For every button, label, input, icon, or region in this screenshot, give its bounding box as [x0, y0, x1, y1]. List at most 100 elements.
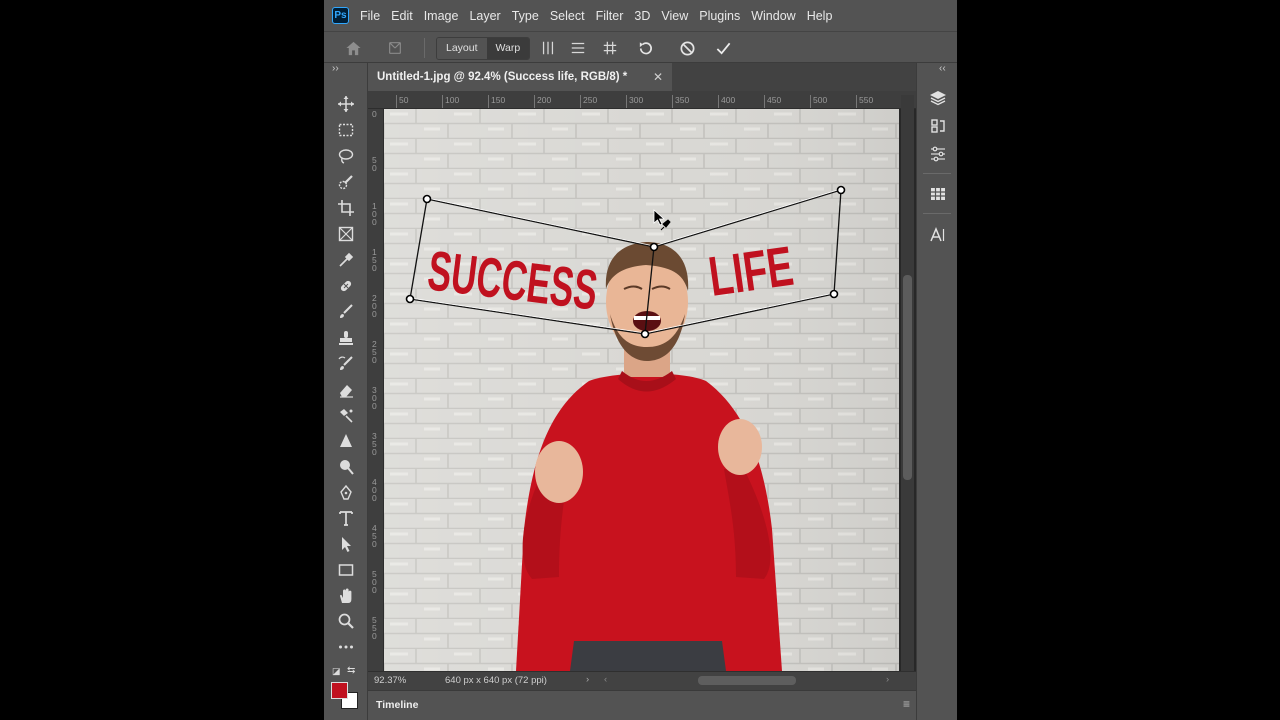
- timeline-tab[interactable]: Timeline: [376, 699, 418, 711]
- frame-icon[interactable]: [335, 223, 357, 245]
- marquee-icon[interactable]: [335, 119, 357, 141]
- menu-3d[interactable]: 3D: [634, 9, 650, 23]
- commit-transform-icon[interactable]: [712, 38, 734, 58]
- menu-image[interactable]: Image: [424, 9, 459, 23]
- layers-icon[interactable]: [927, 87, 949, 109]
- history-brush-icon[interactable]: [335, 353, 357, 375]
- menu-window[interactable]: Window: [751, 9, 795, 23]
- split-cross-icon[interactable]: [599, 38, 621, 58]
- adjustments-icon[interactable]: [927, 143, 949, 165]
- blur-icon[interactable]: [335, 430, 357, 452]
- eyedropper-icon[interactable]: [335, 249, 357, 271]
- gradient-icon[interactable]: [335, 405, 357, 427]
- scroll-right-icon[interactable]: ›: [886, 674, 889, 685]
- document-tab-bar: Untitled-1.jpg @ 92.4% (Success life, RG…: [368, 63, 916, 91]
- ruler-tick-label: 250: [583, 95, 598, 105]
- photoshop-window: Ps File Edit Image Layer Type Select Fil…: [324, 0, 957, 720]
- brush-icon[interactable]: [335, 301, 357, 323]
- document-tab-title: Untitled-1.jpg @ 92.4% (Success life, RG…: [377, 71, 628, 83]
- pen-icon[interactable]: [335, 482, 357, 504]
- horizontal-scroll-thumb[interactable]: [698, 676, 796, 685]
- ruler-tick-label: 50: [399, 95, 409, 105]
- status-bar: 92.37% 640 px x 640 px (72 ppi) › ‹ ›: [368, 671, 916, 690]
- ruler-tick-label: 100: [372, 201, 377, 227]
- ruler-tick-label: 350: [675, 95, 690, 105]
- menu-plugins[interactable]: Plugins: [699, 9, 740, 23]
- split-vertical-icon[interactable]: [537, 38, 559, 58]
- warp-button[interactable]: Warp: [486, 38, 530, 59]
- path-select-icon[interactable]: [335, 533, 357, 555]
- menu-layer[interactable]: Layer: [469, 9, 500, 23]
- type-icon[interactable]: [335, 507, 357, 529]
- ruler-tick-label: 200: [372, 293, 377, 319]
- ruler-tick-label: 450: [372, 523, 377, 549]
- ruler-tick-label: 150: [372, 247, 377, 273]
- reset-warp-icon[interactable]: [634, 38, 656, 58]
- warp-mode-toggle: Layout Warp: [436, 37, 531, 60]
- document-info: 640 px x 640 px (72 ppi): [445, 675, 547, 686]
- options-bar: Layout Warp: [324, 31, 957, 63]
- menu-bar: Ps File Edit Image Layer Type Select Fil…: [324, 0, 957, 31]
- collapse-panels-icon[interactable]: ‹‹: [939, 63, 946, 74]
- image-canvas[interactable]: SUCCESS LIFE: [384, 109, 899, 671]
- swap-colors-icon[interactable]: ⇆: [347, 665, 355, 676]
- default-colors-icon[interactable]: ◪: [332, 666, 341, 677]
- document-tab[interactable]: Untitled-1.jpg @ 92.4% (Success life, RG…: [368, 63, 672, 91]
- menu-help[interactable]: Help: [807, 9, 833, 23]
- close-icon[interactable]: ✕: [653, 70, 663, 84]
- layout-button[interactable]: Layout: [437, 38, 487, 59]
- ruler-tick-label: 200: [537, 95, 552, 105]
- ruler-tick-label: 0: [372, 109, 377, 119]
- scroll-left-icon[interactable]: ‹: [604, 674, 607, 685]
- lasso-icon[interactable]: [335, 145, 357, 167]
- eraser-icon[interactable]: [335, 379, 357, 401]
- clone-stamp-icon[interactable]: [335, 327, 357, 349]
- panels-dock: ‹‹: [916, 63, 957, 720]
- canvas-text-life: LIFE: [705, 234, 797, 308]
- dodge-icon[interactable]: [335, 456, 357, 478]
- character-icon[interactable]: [927, 224, 949, 246]
- photo-artwork: SUCCESS LIFE: [384, 109, 899, 671]
- ruler-tick-label: 550: [372, 615, 377, 641]
- menu-filter[interactable]: Filter: [596, 9, 624, 23]
- panel-menu-icon[interactable]: ≡: [903, 697, 910, 711]
- vertical-scrollbar[interactable]: [901, 95, 914, 671]
- zoom-icon[interactable]: [335, 610, 357, 632]
- cancel-transform-icon[interactable]: [676, 38, 698, 58]
- home-icon[interactable]: [342, 38, 364, 58]
- foreground-color-swatch[interactable]: [331, 682, 348, 699]
- timeline-panel: Timeline ≡: [368, 690, 916, 720]
- menu-type[interactable]: Type: [512, 9, 539, 23]
- ruler-tick-label: 500: [813, 95, 828, 105]
- warp-handle: [640, 329, 650, 339]
- zoom-level[interactable]: 92.37%: [374, 675, 406, 686]
- warp-handle: [836, 185, 846, 195]
- ruler-tick-label: 350: [372, 431, 377, 457]
- menu-select[interactable]: Select: [550, 9, 585, 23]
- hand-icon[interactable]: [335, 585, 357, 607]
- warp-handle: [422, 194, 432, 204]
- move-icon[interactable]: [335, 93, 357, 115]
- photoshop-logo-icon: Ps: [332, 7, 349, 24]
- ruler-tick-label: 50: [372, 155, 377, 173]
- collapse-tools-icon[interactable]: ››: [332, 63, 339, 74]
- quick-select-icon[interactable]: [335, 171, 357, 193]
- warp-handle: [649, 242, 659, 252]
- horizontal-ruler: 50 100 150 200 250 300 350 400 450 500 550: [368, 91, 916, 109]
- history-icon[interactable]: [927, 115, 949, 137]
- healing-brush-icon[interactable]: [335, 275, 357, 297]
- status-menu-chevron-icon[interactable]: ›: [586, 674, 589, 685]
- properties-icon[interactable]: [927, 183, 949, 205]
- split-horizontal-icon[interactable]: [567, 38, 589, 58]
- transform-mode-icon[interactable]: [384, 38, 406, 58]
- ruler-tick-label: 300: [372, 385, 377, 411]
- rectangle-icon[interactable]: [335, 559, 357, 581]
- warp-handle: [829, 289, 839, 299]
- menu-view[interactable]: View: [661, 9, 688, 23]
- more-tools-icon[interactable]: [335, 636, 357, 658]
- menu-file[interactable]: File: [360, 9, 380, 23]
- vertical-scroll-thumb[interactable]: [903, 275, 912, 480]
- ruler-tick-label: 300: [629, 95, 644, 105]
- crop-icon[interactable]: [335, 197, 357, 219]
- menu-edit[interactable]: Edit: [391, 9, 413, 23]
